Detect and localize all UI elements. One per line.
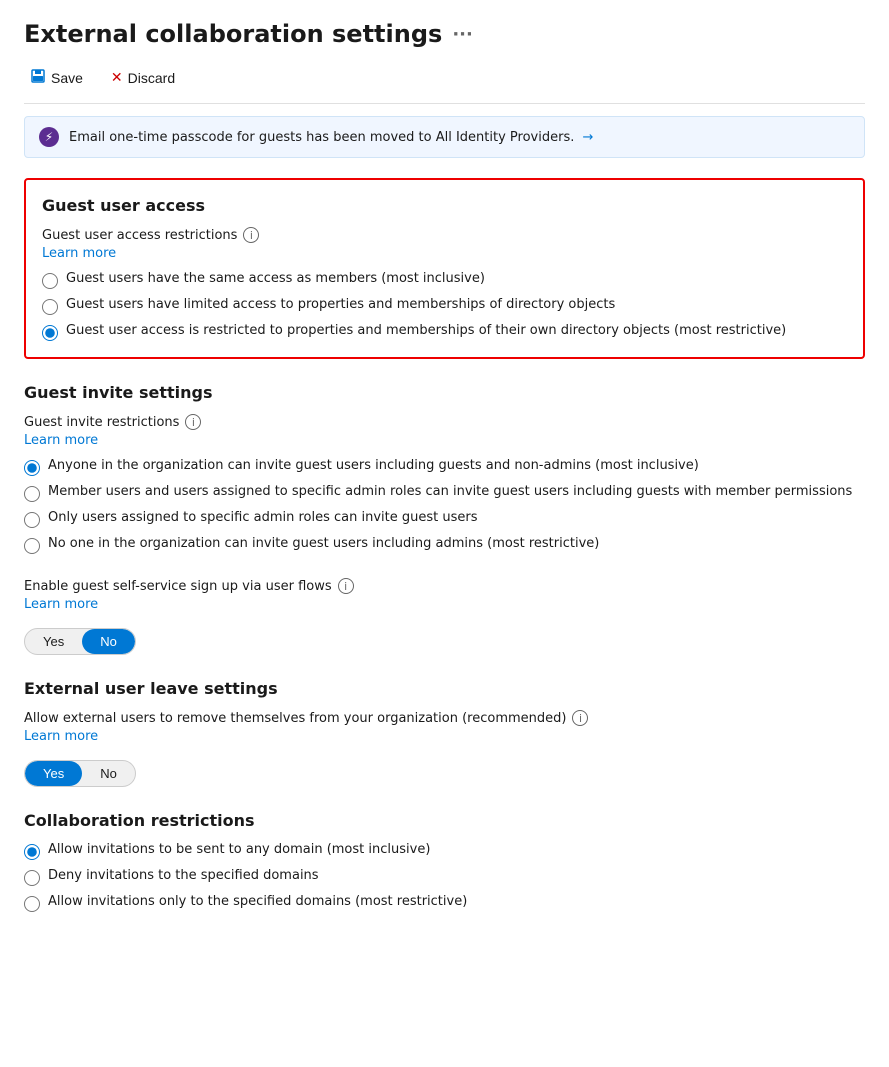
guest-user-access-section: Guest user access Guest user access rest… (24, 178, 865, 359)
external-leave-yes-button[interactable]: Yes (25, 761, 82, 786)
guest-selfservice-no-button[interactable]: No (82, 629, 135, 654)
notification-arrow[interactable]: → (582, 130, 593, 145)
notification-text: Email one-time passcode for guests has b… (69, 130, 593, 145)
discard-button[interactable]: ✕ Discard (105, 65, 181, 90)
more-options-icon[interactable]: ··· (452, 24, 473, 45)
external-leave-info-icon[interactable]: i (572, 710, 588, 726)
collab-restriction-option-2[interactable]: Allow invitations only to the specified … (24, 894, 865, 912)
collaboration-restrictions-section: Collaboration restrictions Allow invitat… (24, 811, 865, 912)
toolbar: Save ✕ Discard (24, 64, 865, 104)
save-icon (30, 68, 46, 87)
guest-invite-radio-3[interactable] (24, 538, 40, 554)
guest-user-access-label: Guest user access restrictions i (42, 227, 847, 243)
guest-selfservice-label: Enable guest self-service sign up via us… (24, 578, 865, 594)
external-leave-label: Allow external users to remove themselve… (24, 710, 865, 726)
guest-access-option-0[interactable]: Guest users have the same access as memb… (42, 271, 847, 289)
guest-user-access-learn-more[interactable]: Learn more (42, 246, 116, 261)
external-leave-no-button[interactable]: No (82, 761, 135, 786)
guest-selfservice-section: Enable guest self-service sign up via us… (24, 578, 865, 655)
guest-selfservice-learn-more[interactable]: Learn more (24, 597, 98, 612)
collab-restriction-option-1[interactable]: Deny invitations to the specified domain… (24, 868, 865, 886)
guest-user-access-info-icon[interactable]: i (243, 227, 259, 243)
save-button[interactable]: Save (24, 64, 89, 91)
guest-invite-option-3[interactable]: No one in the organization can invite gu… (24, 536, 865, 554)
notification-bar: ⚡ Email one-time passcode for guests has… (24, 116, 865, 158)
guest-access-option-1[interactable]: Guest users have limited access to prope… (42, 297, 847, 315)
collaboration-restrictions-radio-group: Allow invitations to be sent to any doma… (24, 842, 865, 912)
guest-access-radio-1[interactable] (42, 299, 58, 315)
collab-restriction-radio-2[interactable] (24, 896, 40, 912)
guest-invite-radio-group: Anyone in the organization can invite gu… (24, 458, 865, 554)
page-title: External collaboration settings ··· (24, 20, 865, 48)
guest-invite-radio-2[interactable] (24, 512, 40, 528)
collab-restriction-radio-1[interactable] (24, 870, 40, 886)
guest-invite-title: Guest invite settings (24, 383, 865, 402)
external-leave-learn-more[interactable]: Learn more (24, 729, 98, 744)
guest-invite-radio-0[interactable] (24, 460, 40, 476)
guest-access-radio-2[interactable] (42, 325, 58, 341)
collaboration-restrictions-title: Collaboration restrictions (24, 811, 865, 830)
guest-invite-label: Guest invite restrictions i (24, 414, 865, 430)
collab-restriction-radio-0[interactable] (24, 844, 40, 860)
guest-invite-learn-more[interactable]: Learn more (24, 433, 98, 448)
guest-access-option-2[interactable]: Guest user access is restricted to prope… (42, 323, 847, 341)
guest-access-radio-0[interactable] (42, 273, 58, 289)
guest-selfservice-toggle: Yes No (24, 628, 136, 655)
external-leave-toggle: Yes No (24, 760, 136, 787)
guest-invite-radio-1[interactable] (24, 486, 40, 502)
notification-icon: ⚡ (39, 127, 59, 147)
guest-invite-option-1[interactable]: Member users and users assigned to speci… (24, 484, 865, 502)
guest-selfservice-yes-button[interactable]: Yes (25, 629, 82, 654)
guest-user-access-radio-group: Guest users have the same access as memb… (42, 271, 847, 341)
collab-restriction-option-0[interactable]: Allow invitations to be sent to any doma… (24, 842, 865, 860)
external-leave-section: External user leave settings Allow exter… (24, 679, 865, 787)
guest-invite-option-2[interactable]: Only users assigned to specific admin ro… (24, 510, 865, 528)
guest-invite-section: Guest invite settings Guest invite restr… (24, 383, 865, 554)
guest-invite-info-icon[interactable]: i (185, 414, 201, 430)
guest-user-access-title: Guest user access (42, 196, 847, 215)
discard-icon: ✕ (111, 69, 123, 86)
external-leave-title: External user leave settings (24, 679, 865, 698)
guest-selfservice-info-icon[interactable]: i (338, 578, 354, 594)
guest-invite-option-0[interactable]: Anyone in the organization can invite gu… (24, 458, 865, 476)
